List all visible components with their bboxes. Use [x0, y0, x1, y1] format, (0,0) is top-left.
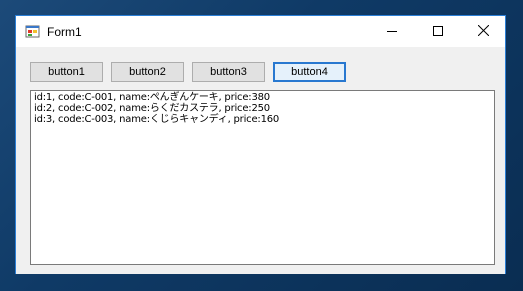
form1-window: Form1 button1 button2 button3 button4 id… — [15, 15, 506, 274]
textbox-line: id:1, code:C-001, name:ぺんぎんケーキ, price:38… — [34, 92, 270, 103]
winforms-app-icon — [25, 24, 41, 40]
button4[interactable]: button4 — [273, 62, 346, 82]
maximize-button[interactable] — [415, 16, 461, 47]
title-bar[interactable]: Form1 — [16, 16, 505, 47]
minimize-icon — [387, 23, 397, 41]
maximize-icon — [433, 23, 443, 41]
window-title: Form1 — [47, 25, 82, 39]
button3[interactable]: button3 — [192, 62, 265, 82]
multiline-textbox[interactable]: id:1, code:C-001, name:ぺんぎんケーキ, price:38… — [30, 90, 495, 265]
textbox-line: id:2, code:C-002, name:らくだカステラ, price:25… — [34, 103, 270, 114]
close-button[interactable] — [460, 16, 506, 47]
textbox-line: id:3, code:C-003, name:くじらキャンディ, price:1… — [34, 114, 280, 125]
button1[interactable]: button1 — [30, 62, 103, 82]
minimize-button[interactable] — [369, 16, 415, 47]
button2[interactable]: button2 — [111, 62, 184, 82]
close-icon — [477, 23, 489, 41]
form-client-area: button1 button2 button3 button4 id:1, co… — [16, 47, 505, 274]
